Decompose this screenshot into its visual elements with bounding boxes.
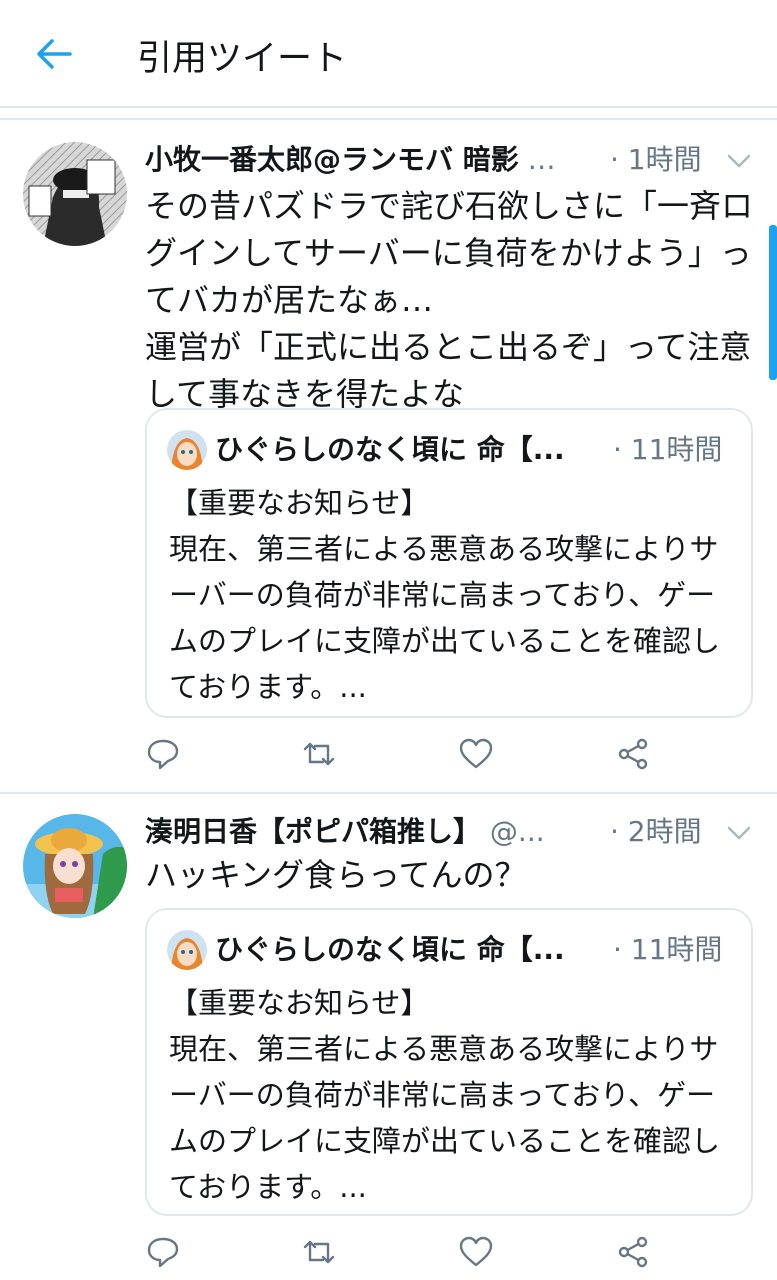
share-icon[interactable] [615,736,651,772]
reply-icon[interactable] [145,736,181,772]
quoted-tweet[interactable]: ひぐらしのなく頃に 命【... · 11時間 【重要なお知らせ】 現在、第三者に… [145,908,753,1216]
quoted-text: 【重要なお知らせ】 現在、第三者による悪意ある攻撃によりサーバーの負荷が非常に高… [169,986,721,1204]
reply-icon[interactable] [145,1234,181,1270]
quoted-timestamp: · 11時間 [613,433,723,466]
author-line[interactable]: 小牧一番太郎@ランモバ 暗影 … [145,140,600,180]
tweet[interactable]: 湊明日香【ポピパ箱推し】 @... · 2時間 ハッキング食らってんの？ ひぐら… [0,794,777,1280]
back-arrow-icon[interactable] [34,36,74,72]
avatar[interactable] [23,142,127,246]
quoted-timestamp: · 11時間 [613,933,723,966]
author-handle[interactable]: @... [490,815,545,848]
chevron-down-icon[interactable] [726,823,752,843]
author-line[interactable]: 湊明日香【ポピパ箱推し】 @... [145,812,600,852]
quoted-author-name: ひぐらしのなく頃に 命【... [215,433,565,466]
retweet-icon[interactable] [301,1234,337,1270]
author-name[interactable]: 湊明日香【ポピパ箱推し】 [145,815,481,848]
tweet-actions [0,1234,777,1274]
quoted-author-name: ひぐらしのなく頃に 命【... [215,933,565,966]
retweet-icon[interactable] [301,736,337,772]
author-handle[interactable]: … [528,143,556,176]
tweet-text: ハッキング食らってんの？ [145,856,527,894]
like-icon[interactable] [458,736,494,772]
timestamp[interactable]: · 1時間 [610,140,702,180]
tweet[interactable]: 小牧一番太郎@ランモバ 暗影 … · 1時間 その昔パズドラで詫び石欲しさに「一… [0,120,777,790]
chevron-down-icon[interactable] [726,151,752,171]
quoted-tweet[interactable]: ひぐらしのなく頃に 命【... · 11時間 【重要なお知らせ】 現在、第三者に… [145,408,753,718]
page-title: 引用ツイート [137,39,348,79]
quoted-text: 【重要なお知らせ】 現在、第三者による悪意ある攻撃によりサーバーの負荷が非常に高… [169,486,721,704]
tweet-text: その昔パズドラで詫び石欲しさに「一斉ログインしてサーバーに負荷をかけよう」ってバ… [145,187,754,413]
avatar[interactable] [23,814,127,918]
tweet-actions [0,736,777,776]
timestamp[interactable]: · 2時間 [610,812,702,852]
quoted-avatar [167,930,207,970]
share-icon[interactable] [615,1234,651,1270]
like-icon[interactable] [458,1234,494,1270]
author-name[interactable]: 小牧一番太郎@ランモバ 暗影 [145,143,519,176]
top-bar: 引用ツイート [0,0,777,108]
quoted-avatar [167,430,207,470]
